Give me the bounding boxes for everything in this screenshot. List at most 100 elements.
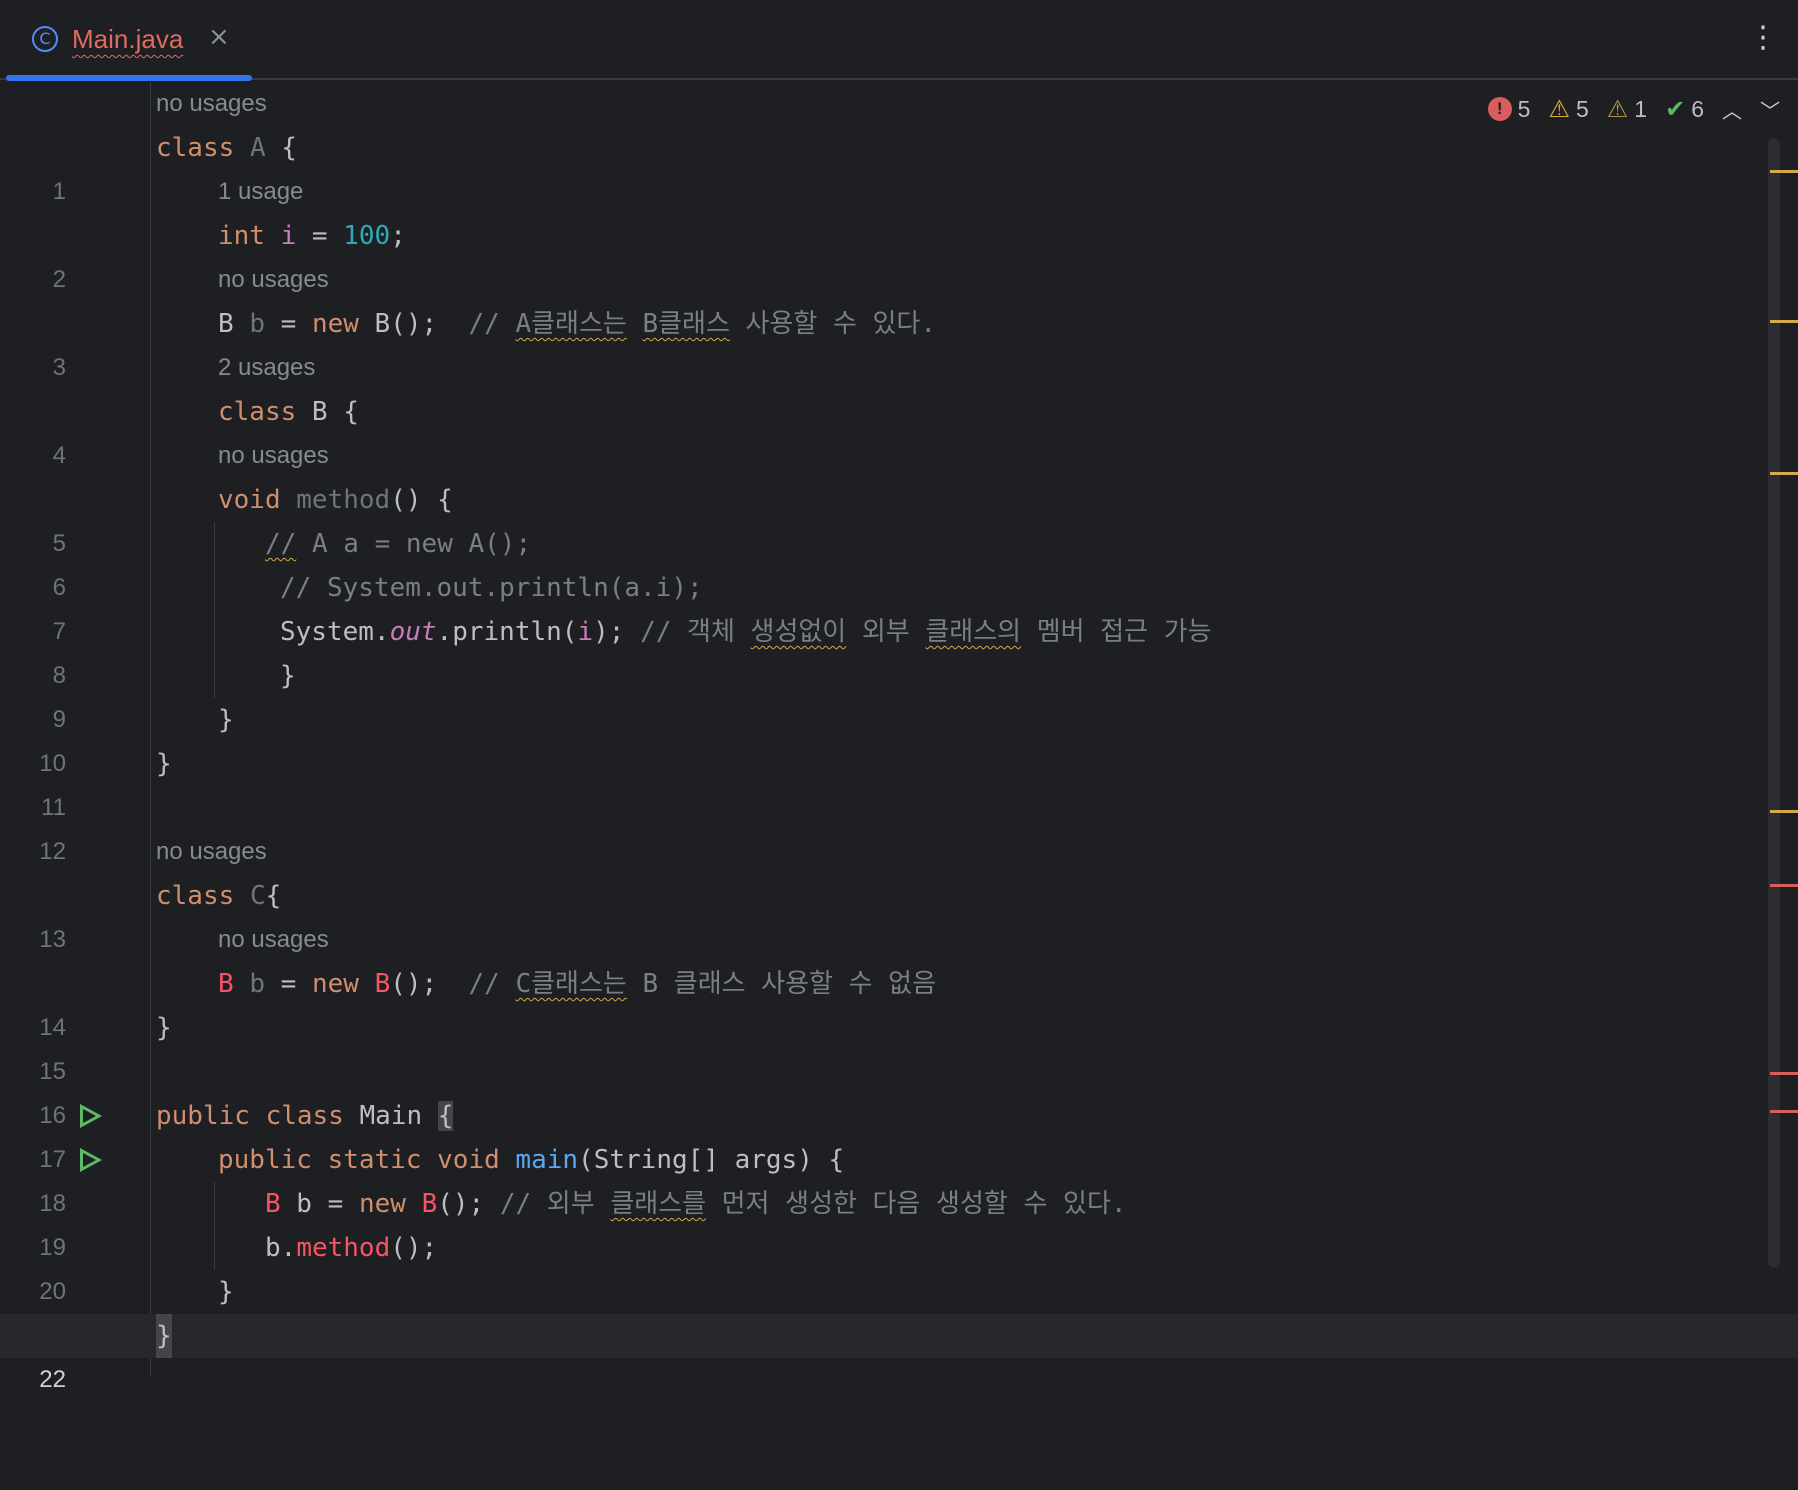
comment-text: // [468, 309, 516, 339]
code-line-3[interactable]: 3 B b = new B(); // A클래스는 B클래스 사용할 수 있다. [0, 302, 1798, 381]
code-line-19[interactable]: 19 B b = new B(); // 외부 클래스를 먼저 생성한 다음 생… [0, 1182, 1798, 1261]
comment-text: 사용할 수 있다. [729, 309, 937, 339]
code-editor[interactable]: no usages 1 class A { 1 usage 2 int i = … [0, 82, 1798, 1393]
usages-hint[interactable]: no usages [156, 830, 267, 874]
code-line-7[interactable]: 7 // System.out.println(a.i); [0, 566, 1798, 645]
line-number: 3 [52, 354, 66, 381]
warning-marker[interactable] [1770, 320, 1798, 323]
keyword: public class [156, 1101, 344, 1131]
code-text: ); [593, 617, 641, 647]
code-line-20[interactable]: 20 b.method(); [0, 1226, 1798, 1305]
usages-hint[interactable]: no usages [218, 918, 329, 962]
code-line-9[interactable]: 9 } [0, 654, 1798, 733]
code-text: (String[] args) { [578, 1145, 845, 1175]
vertical-scrollbar[interactable] [1768, 138, 1780, 1268]
field-name: i [280, 221, 297, 251]
usages-hint[interactable]: no usages [218, 434, 329, 478]
code-line-2[interactable]: 2 int i = 100; [0, 214, 1798, 293]
error-marker[interactable] [1770, 884, 1798, 887]
code-line-4[interactable]: 4 class B { [0, 390, 1798, 469]
comment: // A클래스는 B클래스 사용할 수 있다. [468, 309, 936, 339]
field-name: b [249, 969, 265, 999]
typo-word: B클래스 [642, 309, 730, 339]
number-literal: 100 [343, 221, 391, 251]
usages-hint[interactable]: no usages [218, 258, 329, 302]
run-icon[interactable] [80, 1148, 102, 1172]
code-text: { [265, 133, 297, 163]
code-line-15[interactable]: 15 } [0, 1006, 1798, 1085]
more-options-icon[interactable]: ⋮ [1748, 20, 1778, 60]
typo-word: 클래스를 [610, 1189, 706, 1219]
keyword: class [156, 881, 235, 911]
line-number: 12 [39, 838, 66, 865]
tab-main-java[interactable]: C Main.java × [6, 0, 252, 80]
line-number: 2 [52, 266, 66, 293]
field-name: i [577, 617, 594, 647]
code-text: public class Main { [156, 1094, 454, 1138]
code-text: b.method(); [265, 1226, 437, 1270]
code-line-12[interactable]: 12 [0, 786, 1798, 865]
code-line-11[interactable]: 11 } [0, 742, 1798, 821]
comment: // 외부 클래스를 먼저 생성한 다음 생성할 수 있다. [500, 1189, 1127, 1219]
typo-word: C클래스는 [515, 969, 627, 999]
comment: // System.out.println(a.i); [280, 573, 703, 603]
code-line-18[interactable]: 18 public static void main(String[] args… [0, 1138, 1798, 1217]
line-number: 1 [52, 178, 66, 205]
comment: // C클래스는 B 클래스 사용할 수 없음 [469, 969, 937, 999]
code-line-10[interactable]: 10 } [0, 698, 1798, 777]
keyword: class [218, 397, 297, 427]
warning-marker[interactable] [1770, 472, 1798, 475]
code-line-22[interactable]: 22 } [0, 1314, 1798, 1393]
comment-text: A a = new A(); [296, 529, 532, 559]
operator: = [296, 221, 344, 251]
run-icon[interactable] [80, 1104, 102, 1128]
unresolved-symbol: B [265, 1189, 281, 1219]
error-marker[interactable] [1770, 1110, 1798, 1113]
unresolved-symbol: B [374, 969, 391, 999]
code-line-8[interactable]: 8 System.out.println(i); // 객체 생성없이 외부 클… [0, 610, 1798, 689]
code-line-17[interactable]: 17 public class Main { [0, 1094, 1798, 1173]
code-line-5[interactable]: 5 void method() { [0, 478, 1798, 557]
active-tab-indicator [6, 75, 252, 81]
class-name: A [249, 133, 266, 163]
code-line-21[interactable]: 21 } [0, 1270, 1798, 1349]
comment-text [627, 309, 643, 339]
code-text: b = [280, 1189, 359, 1219]
tab-filename[interactable]: Main.java [72, 24, 183, 55]
method-name: main [515, 1145, 579, 1175]
code-text: class B { [218, 390, 359, 434]
keyword: void [218, 485, 281, 515]
usages-hint[interactable]: no usages [156, 82, 267, 126]
line-number: 22 [39, 1366, 66, 1393]
error-marker[interactable] [1770, 1072, 1798, 1075]
code-line-13[interactable]: 13 class C{ [0, 874, 1798, 953]
code-text: B(); [358, 309, 469, 339]
class-name: C [249, 881, 266, 911]
class-c-icon: C [32, 26, 58, 52]
close-icon[interactable]: × [208, 22, 230, 52]
code-line-14[interactable]: 14 B b = new B(); // C클래스는 B 클래스 사용할 수 없… [0, 962, 1798, 1041]
comment-text: 먼저 생성한 다음 생성할 수 있다. [706, 1189, 1127, 1219]
code-line-16[interactable]: 16 [0, 1050, 1798, 1129]
warning-marker[interactable] [1770, 810, 1798, 813]
usages-hint[interactable]: 2 usages [218, 346, 315, 390]
typo-word: A클래스는 [515, 309, 627, 339]
code-text: class A { [156, 126, 297, 170]
comment: // A a = new A(); [265, 522, 531, 566]
code-text: } [280, 661, 296, 691]
code-text: B { [296, 397, 359, 427]
comment-text: // 외부 [499, 1189, 611, 1219]
code-text: { [265, 881, 282, 911]
code-text: B b = new B(); // A클래스는 B클래스 사용할 수 있다. [218, 302, 936, 346]
keyword: new [311, 969, 359, 999]
code-text: System.out.println(i); // 객체 생성없이 외부 클래스… [280, 610, 1212, 654]
code-line-1[interactable]: 1 class A { [0, 126, 1798, 205]
usages-hint[interactable]: 1 usage [218, 170, 303, 214]
warning-marker[interactable] [1770, 170, 1798, 173]
code-text: } [156, 1013, 172, 1043]
code-line-6[interactable]: 6 // A a = new A(); [0, 522, 1798, 601]
comment: // 객체 생성없이 외부 클래스의 멤버 접근 가능 [640, 617, 1211, 647]
operator: = [264, 969, 312, 999]
